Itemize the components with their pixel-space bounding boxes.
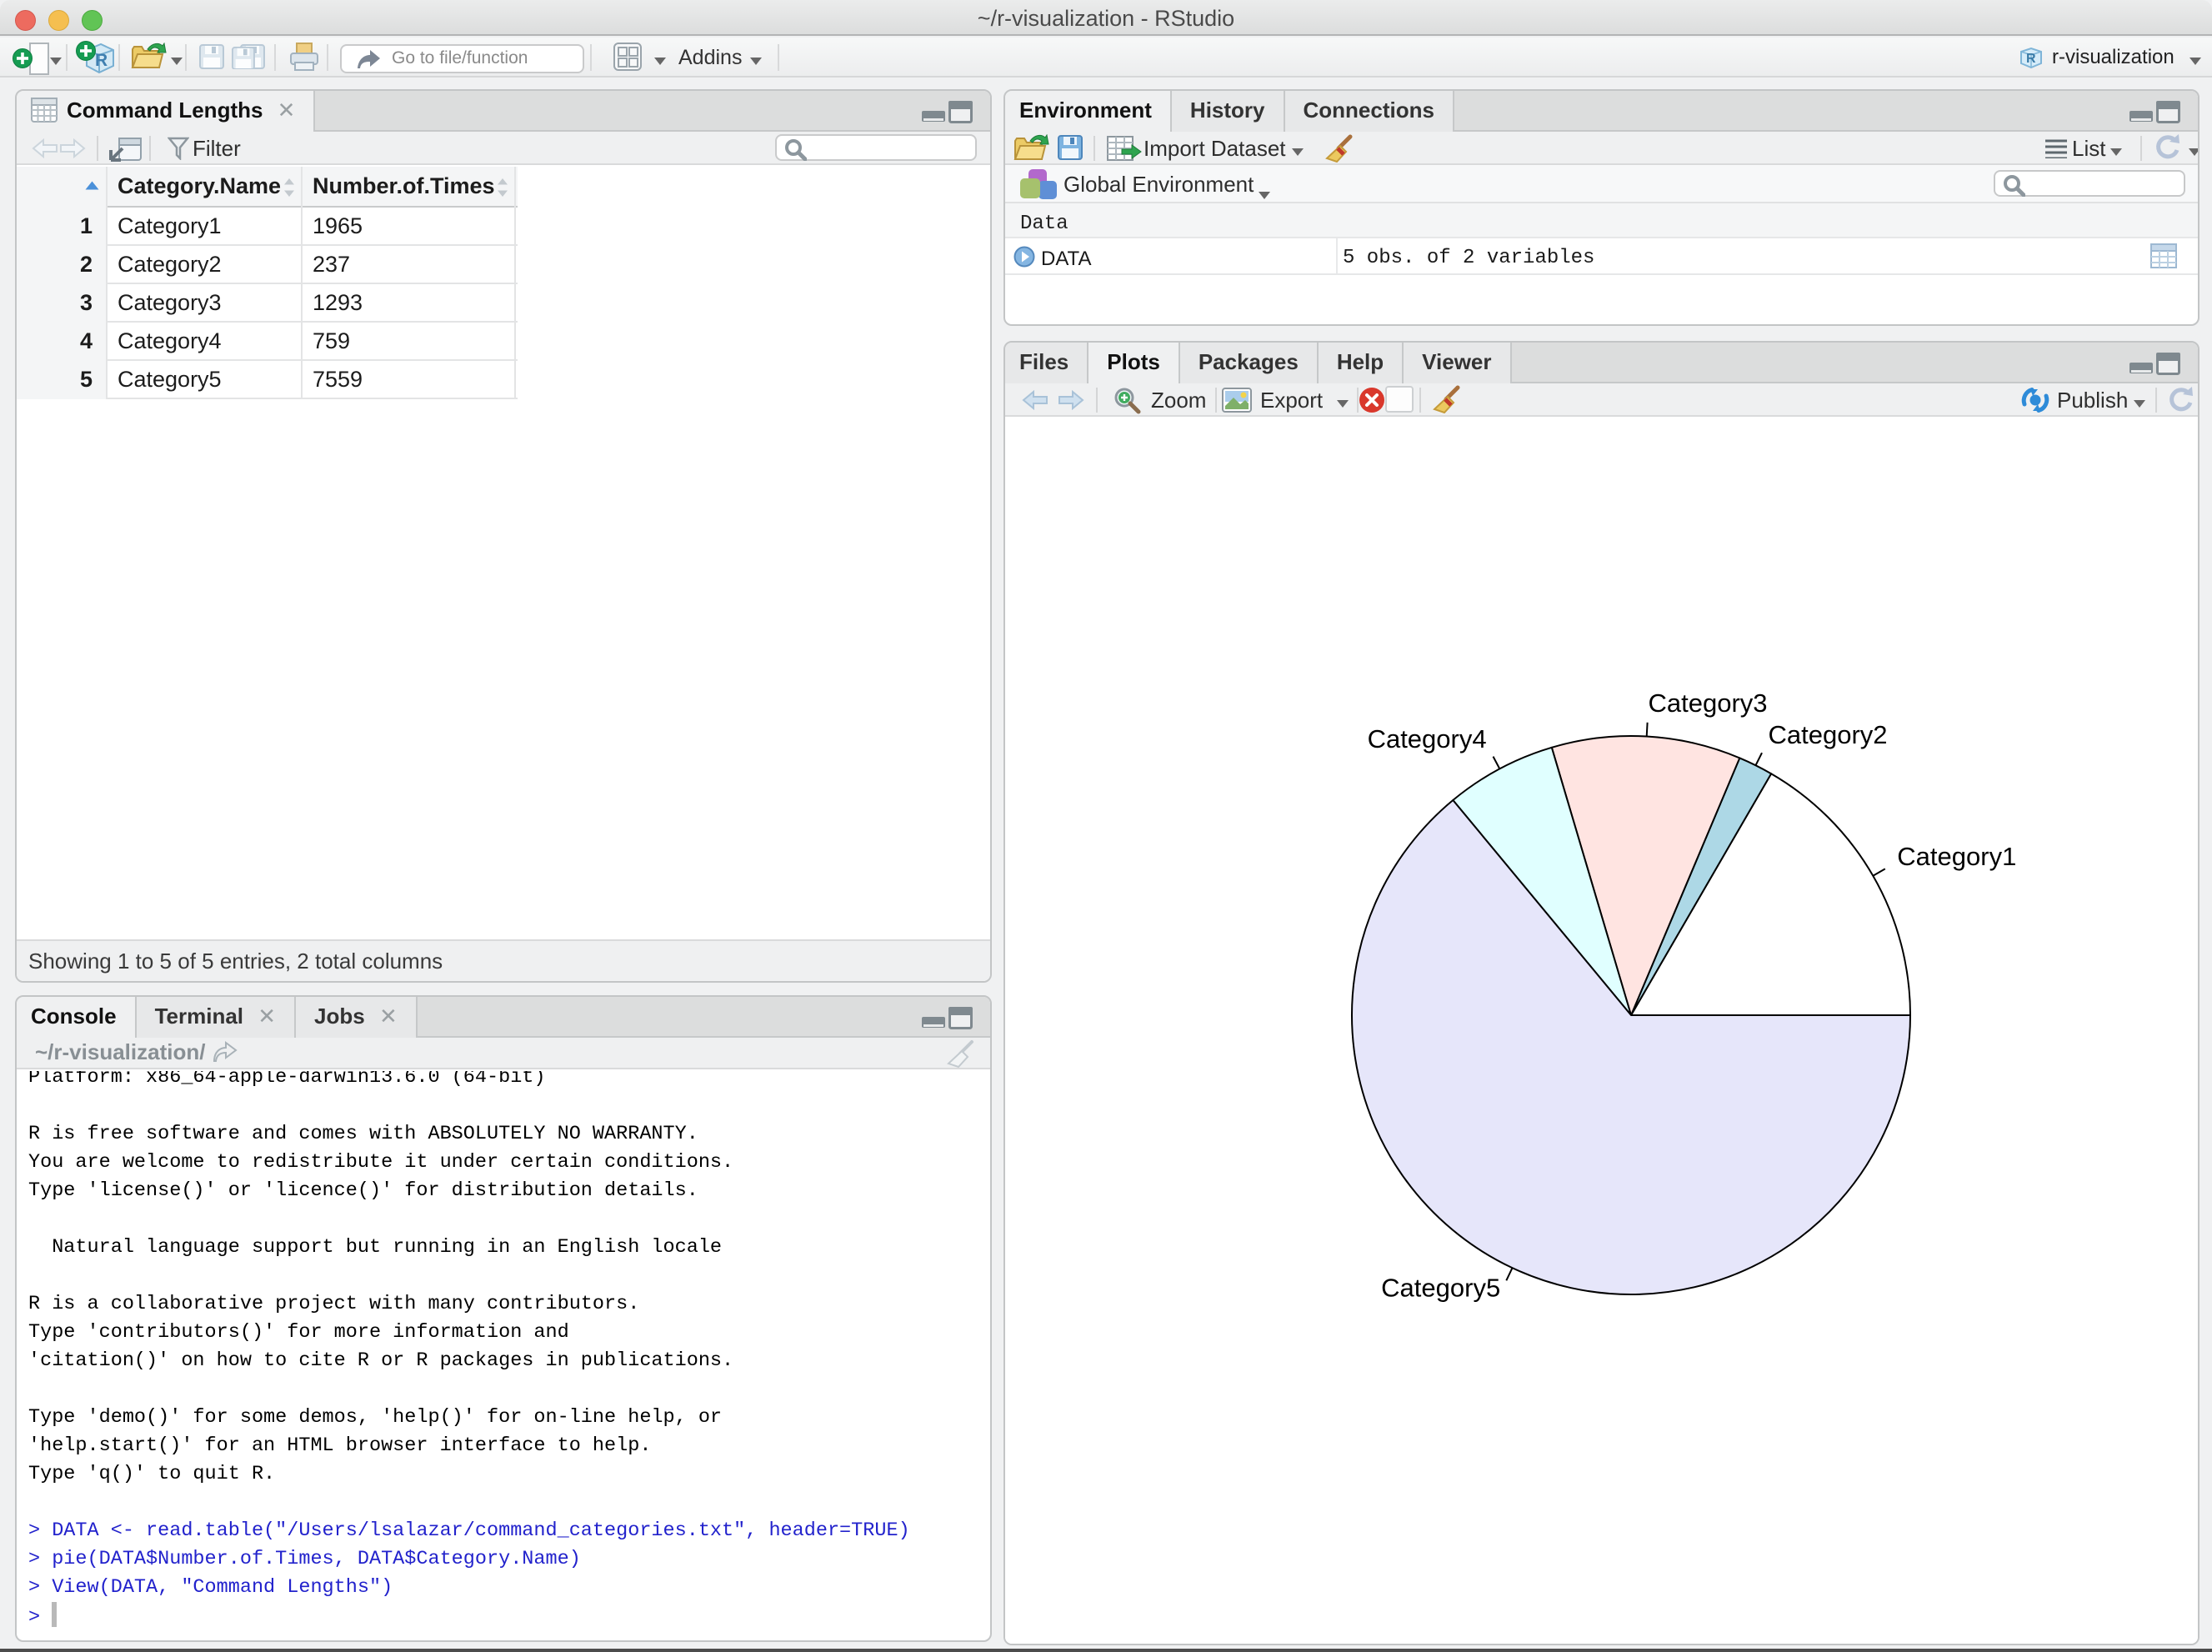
svg-text:R: R (2026, 52, 2036, 66)
svg-text:Category3: Category3 (1649, 688, 1768, 718)
svg-text:R: R (95, 51, 108, 70)
svg-text:Category1: Category1 (1897, 842, 2016, 871)
svg-text:Category2: Category2 (1769, 720, 1888, 749)
svg-text:Category5: Category5 (1381, 1274, 1500, 1303)
svg-text:Category4: Category4 (1368, 724, 1487, 753)
